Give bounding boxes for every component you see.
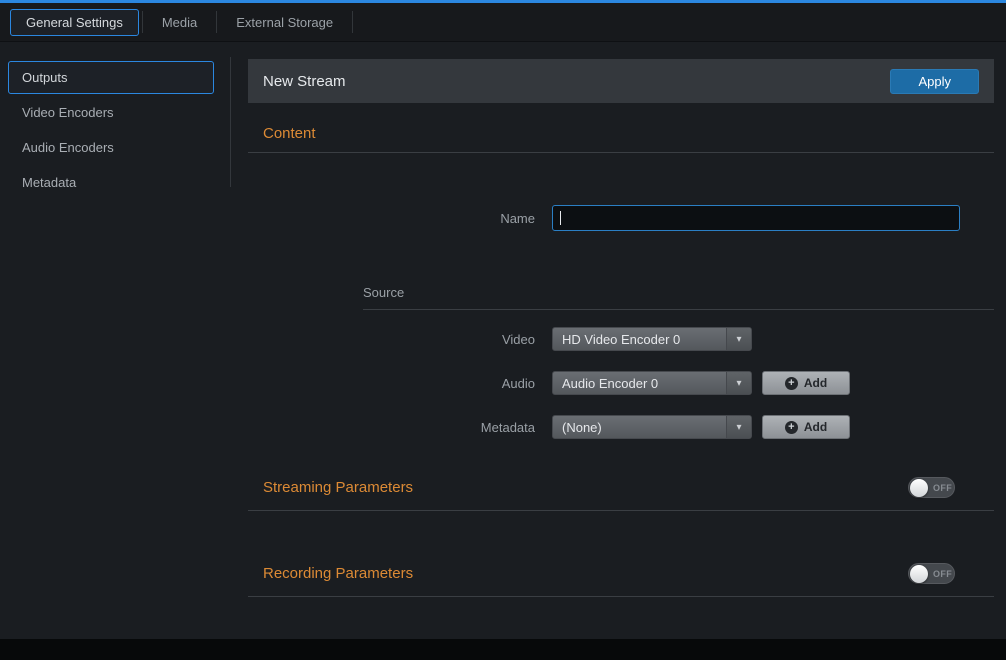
name-input-wrap bbox=[552, 205, 960, 231]
plus-icon: + bbox=[785, 421, 798, 434]
chevron-down-icon: ▾ bbox=[726, 328, 751, 350]
streaming-parameters-toggle[interactable]: OFF bbox=[908, 477, 955, 498]
metadata-row: Metadata (None) ▾ + Add bbox=[248, 415, 994, 439]
tab-general-settings[interactable]: General Settings bbox=[10, 9, 139, 36]
section-divider bbox=[248, 510, 994, 511]
video-select[interactable]: HD Video Encoder 0 ▾ bbox=[552, 327, 752, 351]
name-label: Name bbox=[248, 211, 535, 226]
page-title: New Stream bbox=[263, 73, 346, 90]
tab-divider bbox=[142, 11, 143, 33]
section-divider bbox=[248, 152, 994, 153]
section-divider bbox=[248, 596, 994, 597]
audio-add-button[interactable]: + Add bbox=[762, 371, 850, 395]
metadata-select-value: (None) bbox=[562, 420, 602, 435]
video-select-value: HD Video Encoder 0 bbox=[562, 332, 680, 347]
metadata-add-button[interactable]: + Add bbox=[762, 415, 850, 439]
toggle-knob bbox=[910, 565, 928, 583]
recording-parameters-toggle[interactable]: OFF bbox=[908, 563, 955, 584]
audio-row: Audio Audio Encoder 0 ▾ + Add bbox=[248, 371, 994, 395]
source-subsection-title: Source bbox=[363, 285, 994, 300]
tab-divider bbox=[216, 11, 217, 33]
sidebar-item-metadata[interactable]: Metadata bbox=[8, 166, 214, 199]
sidebar-item-outputs[interactable]: Outputs bbox=[8, 61, 214, 94]
tab-media[interactable]: Media bbox=[146, 9, 213, 36]
streaming-parameters-row: Streaming Parameters OFF bbox=[248, 477, 994, 498]
chevron-down-icon: ▾ bbox=[726, 372, 751, 394]
footer-bar bbox=[0, 639, 1006, 660]
chevron-down-icon: ▾ bbox=[726, 416, 751, 438]
tab-divider bbox=[352, 11, 353, 33]
name-row: Name bbox=[248, 205, 994, 231]
sidebar-item-audio-encoders[interactable]: Audio Encoders bbox=[8, 131, 214, 164]
audio-select-value: Audio Encoder 0 bbox=[562, 376, 658, 391]
audio-label: Audio bbox=[248, 376, 535, 391]
tab-external-storage[interactable]: External Storage bbox=[220, 9, 349, 36]
content-section-title: Content bbox=[263, 125, 994, 142]
sidebar: Outputs Video Encoders Audio Encoders Me… bbox=[0, 42, 231, 597]
stream-header-bar: New Stream Apply bbox=[248, 59, 994, 103]
top-tab-bar: General Settings Media External Storage bbox=[0, 3, 1006, 42]
video-label: Video bbox=[248, 332, 535, 347]
audio-select[interactable]: Audio Encoder 0 ▾ bbox=[552, 371, 752, 395]
source-subsection: Source bbox=[363, 285, 994, 310]
toggle-state-label: OFF bbox=[933, 483, 952, 493]
text-cursor bbox=[560, 211, 561, 225]
source-divider bbox=[363, 309, 994, 310]
page-body: Outputs Video Encoders Audio Encoders Me… bbox=[0, 42, 1006, 597]
recording-parameters-title: Recording Parameters bbox=[263, 565, 413, 582]
name-input[interactable] bbox=[552, 205, 960, 231]
video-row: Video HD Video Encoder 0 ▾ bbox=[248, 327, 994, 351]
plus-icon: + bbox=[785, 377, 798, 390]
main-content: New Stream Apply Content Name Source Vid… bbox=[248, 42, 994, 597]
recording-parameters-row: Recording Parameters OFF bbox=[248, 563, 994, 584]
metadata-add-label: Add bbox=[804, 420, 827, 434]
apply-button[interactable]: Apply bbox=[890, 69, 979, 94]
streaming-parameters-title: Streaming Parameters bbox=[263, 479, 413, 496]
toggle-knob bbox=[910, 479, 928, 497]
audio-add-label: Add bbox=[804, 376, 827, 390]
metadata-label: Metadata bbox=[248, 420, 535, 435]
metadata-select[interactable]: (None) ▾ bbox=[552, 415, 752, 439]
sidebar-item-video-encoders[interactable]: Video Encoders bbox=[8, 96, 214, 129]
toggle-state-label: OFF bbox=[933, 569, 952, 579]
